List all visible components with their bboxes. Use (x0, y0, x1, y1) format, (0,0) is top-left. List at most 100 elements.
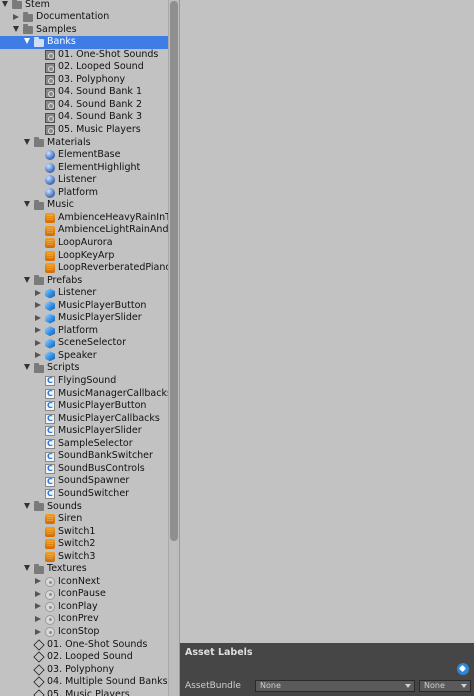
sound-bank-icon (45, 49, 55, 60)
tree-item[interactable]: SceneSelector (0, 337, 168, 350)
tree-item[interactable]: 03. Polyphony (0, 664, 168, 677)
tree-item[interactable]: Switch1 (0, 526, 168, 539)
expand-arrow-icon[interactable] (24, 138, 30, 145)
tree-item[interactable]: SoundSwitcher (0, 488, 168, 501)
expand-arrow-icon[interactable] (24, 502, 30, 509)
tree-item-label: 05. Music Players (58, 124, 141, 135)
tree-item[interactable]: SoundBankSwitcher (0, 450, 168, 463)
unity-scene-icon (33, 664, 45, 676)
tree-item[interactable]: 01. One-Shot Sounds (0, 639, 168, 652)
tree-item[interactable]: IconNext (0, 576, 168, 589)
collapse-arrow-icon[interactable] (35, 590, 41, 597)
expand-arrow-icon[interactable] (24, 565, 30, 572)
folder-icon (23, 11, 33, 22)
tree-item[interactable]: Materials (0, 137, 168, 150)
collapse-arrow-icon[interactable] (35, 603, 41, 610)
tree-item[interactable]: FlyingSound (0, 375, 168, 388)
tree-item[interactable]: IconPause (0, 588, 168, 601)
tree-item[interactable]: Prefabs (0, 275, 168, 288)
tree-item[interactable]: 04. Multiple Sound Banks (0, 676, 168, 689)
scrollbar-thumb[interactable] (170, 1, 178, 541)
tree-item[interactable]: Listener (0, 174, 168, 187)
assetbundle-label: AssetBundle (185, 681, 241, 691)
tree-item[interactable]: Sounds (0, 501, 168, 514)
tree-item[interactable]: MusicPlayerButton (0, 400, 168, 413)
tree-item[interactable]: 02. Looped Sound (0, 61, 168, 74)
expand-arrow-icon[interactable] (24, 38, 30, 45)
assetbundle-dropdown-value: None (260, 681, 281, 690)
collapse-arrow-icon[interactable] (35, 352, 41, 359)
tree-item[interactable]: Banks (0, 36, 168, 49)
assetbundle-dropdown[interactable]: None (255, 680, 415, 692)
tree-item[interactable]: SoundBusControls (0, 463, 168, 476)
expand-arrow-icon[interactable] (2, 0, 8, 7)
tree-item[interactable]: ElementHighlight (0, 162, 168, 175)
expand-arrow-icon[interactable] (13, 25, 19, 32)
folder-icon (34, 501, 44, 511)
tree-item[interactable]: LoopAurora (0, 237, 168, 250)
tree-item[interactable]: IconStop (0, 626, 168, 639)
tree-item[interactable]: LoopReverberatedPiano (0, 262, 168, 275)
collapse-arrow-icon[interactable] (35, 578, 41, 585)
variant-dropdown[interactable]: None (419, 680, 471, 692)
material-icon (45, 162, 55, 173)
collapse-arrow-icon[interactable] (35, 628, 41, 635)
expand-arrow-icon[interactable] (24, 364, 30, 371)
tree-item[interactable]: MusicManagerCallbacks (0, 388, 168, 400)
tree-item[interactable]: LoopKeyArp (0, 250, 168, 263)
tree-item[interactable]: 04. Sound Bank 1 (0, 86, 168, 99)
tree-item[interactable]: MusicPlayerCallbacks (0, 412, 168, 425)
tree-item-label: Siren (58, 513, 83, 525)
tree-scrollbar[interactable] (168, 0, 179, 696)
tree-item[interactable]: 05. Music Players (0, 689, 168, 696)
tree-item[interactable]: MusicPlayerButton (0, 300, 168, 313)
asset-labels-panel: Asset Labels AssetBundle None None (180, 643, 474, 696)
tree-item[interactable]: Samples (0, 24, 168, 37)
tree-item[interactable]: Platform (0, 187, 168, 200)
tree-item[interactable]: 05. Music Players (0, 124, 168, 137)
collapse-arrow-icon[interactable] (35, 289, 41, 296)
tree-item[interactable]: 04. Sound Bank 2 (0, 99, 168, 112)
tree-item[interactable]: MusicPlayerSlider (0, 312, 168, 325)
tree-item[interactable]: Stem (0, 0, 168, 11)
tree-item[interactable]: IconPlay (0, 601, 168, 614)
folder-icon (12, 0, 22, 9)
collapse-arrow-icon[interactable] (35, 302, 41, 309)
tree-item[interactable]: ElementBase (0, 149, 168, 162)
tree-item[interactable]: Listener (0, 287, 168, 300)
tree-item-label: MusicPlayerCallbacks (58, 412, 160, 424)
collapse-arrow-icon[interactable] (35, 615, 41, 622)
tree-item-label: Switch3 (58, 550, 96, 562)
audio-clip-icon (45, 539, 55, 550)
tree-item[interactable]: Siren (0, 513, 168, 526)
collapse-arrow-icon[interactable] (35, 327, 41, 334)
tree-item[interactable]: 02. Looped Sound (0, 651, 168, 664)
tree-item-label: 01. One-Shot Sounds (47, 638, 148, 650)
tree-item[interactable]: Textures (0, 563, 168, 576)
tree-item-label: Samples (36, 23, 77, 35)
tree-item[interactable]: Platform (0, 325, 168, 338)
expand-arrow-icon[interactable] (24, 276, 30, 283)
tree-item[interactable]: Switch3 (0, 551, 168, 564)
tree-item[interactable]: SampleSelector (0, 438, 168, 451)
tree-item[interactable]: Music (0, 199, 168, 212)
tree-item[interactable]: IconPrev (0, 613, 168, 626)
collapse-arrow-icon[interactable] (13, 13, 19, 20)
tree-item[interactable]: Speaker (0, 350, 168, 363)
tree-item[interactable]: AmbienceHeavyRainInTh (0, 212, 168, 225)
tree-item[interactable]: SoundSpawner (0, 475, 168, 488)
tree-item[interactable]: Scripts (0, 362, 168, 375)
tree-item[interactable]: Documentation (0, 11, 168, 24)
collapse-arrow-icon[interactable] (35, 339, 41, 346)
tree-item[interactable]: 04. Sound Bank 3 (0, 111, 168, 124)
tree-item[interactable]: Switch2 (0, 538, 168, 551)
tree-item[interactable]: AmbienceLightRainAndC (0, 224, 168, 237)
expand-arrow-icon[interactable] (24, 201, 30, 208)
material-icon (45, 188, 55, 199)
tree-item[interactable]: 01. One-Shot Sounds (0, 49, 168, 62)
label-tag-icon[interactable] (457, 663, 469, 675)
tree-item[interactable]: 03. Polyphony (0, 74, 168, 87)
tree-item-label: MusicPlayerButton (58, 400, 147, 412)
tree-item[interactable]: MusicPlayerSlider (0, 425, 168, 438)
collapse-arrow-icon[interactable] (35, 314, 41, 321)
